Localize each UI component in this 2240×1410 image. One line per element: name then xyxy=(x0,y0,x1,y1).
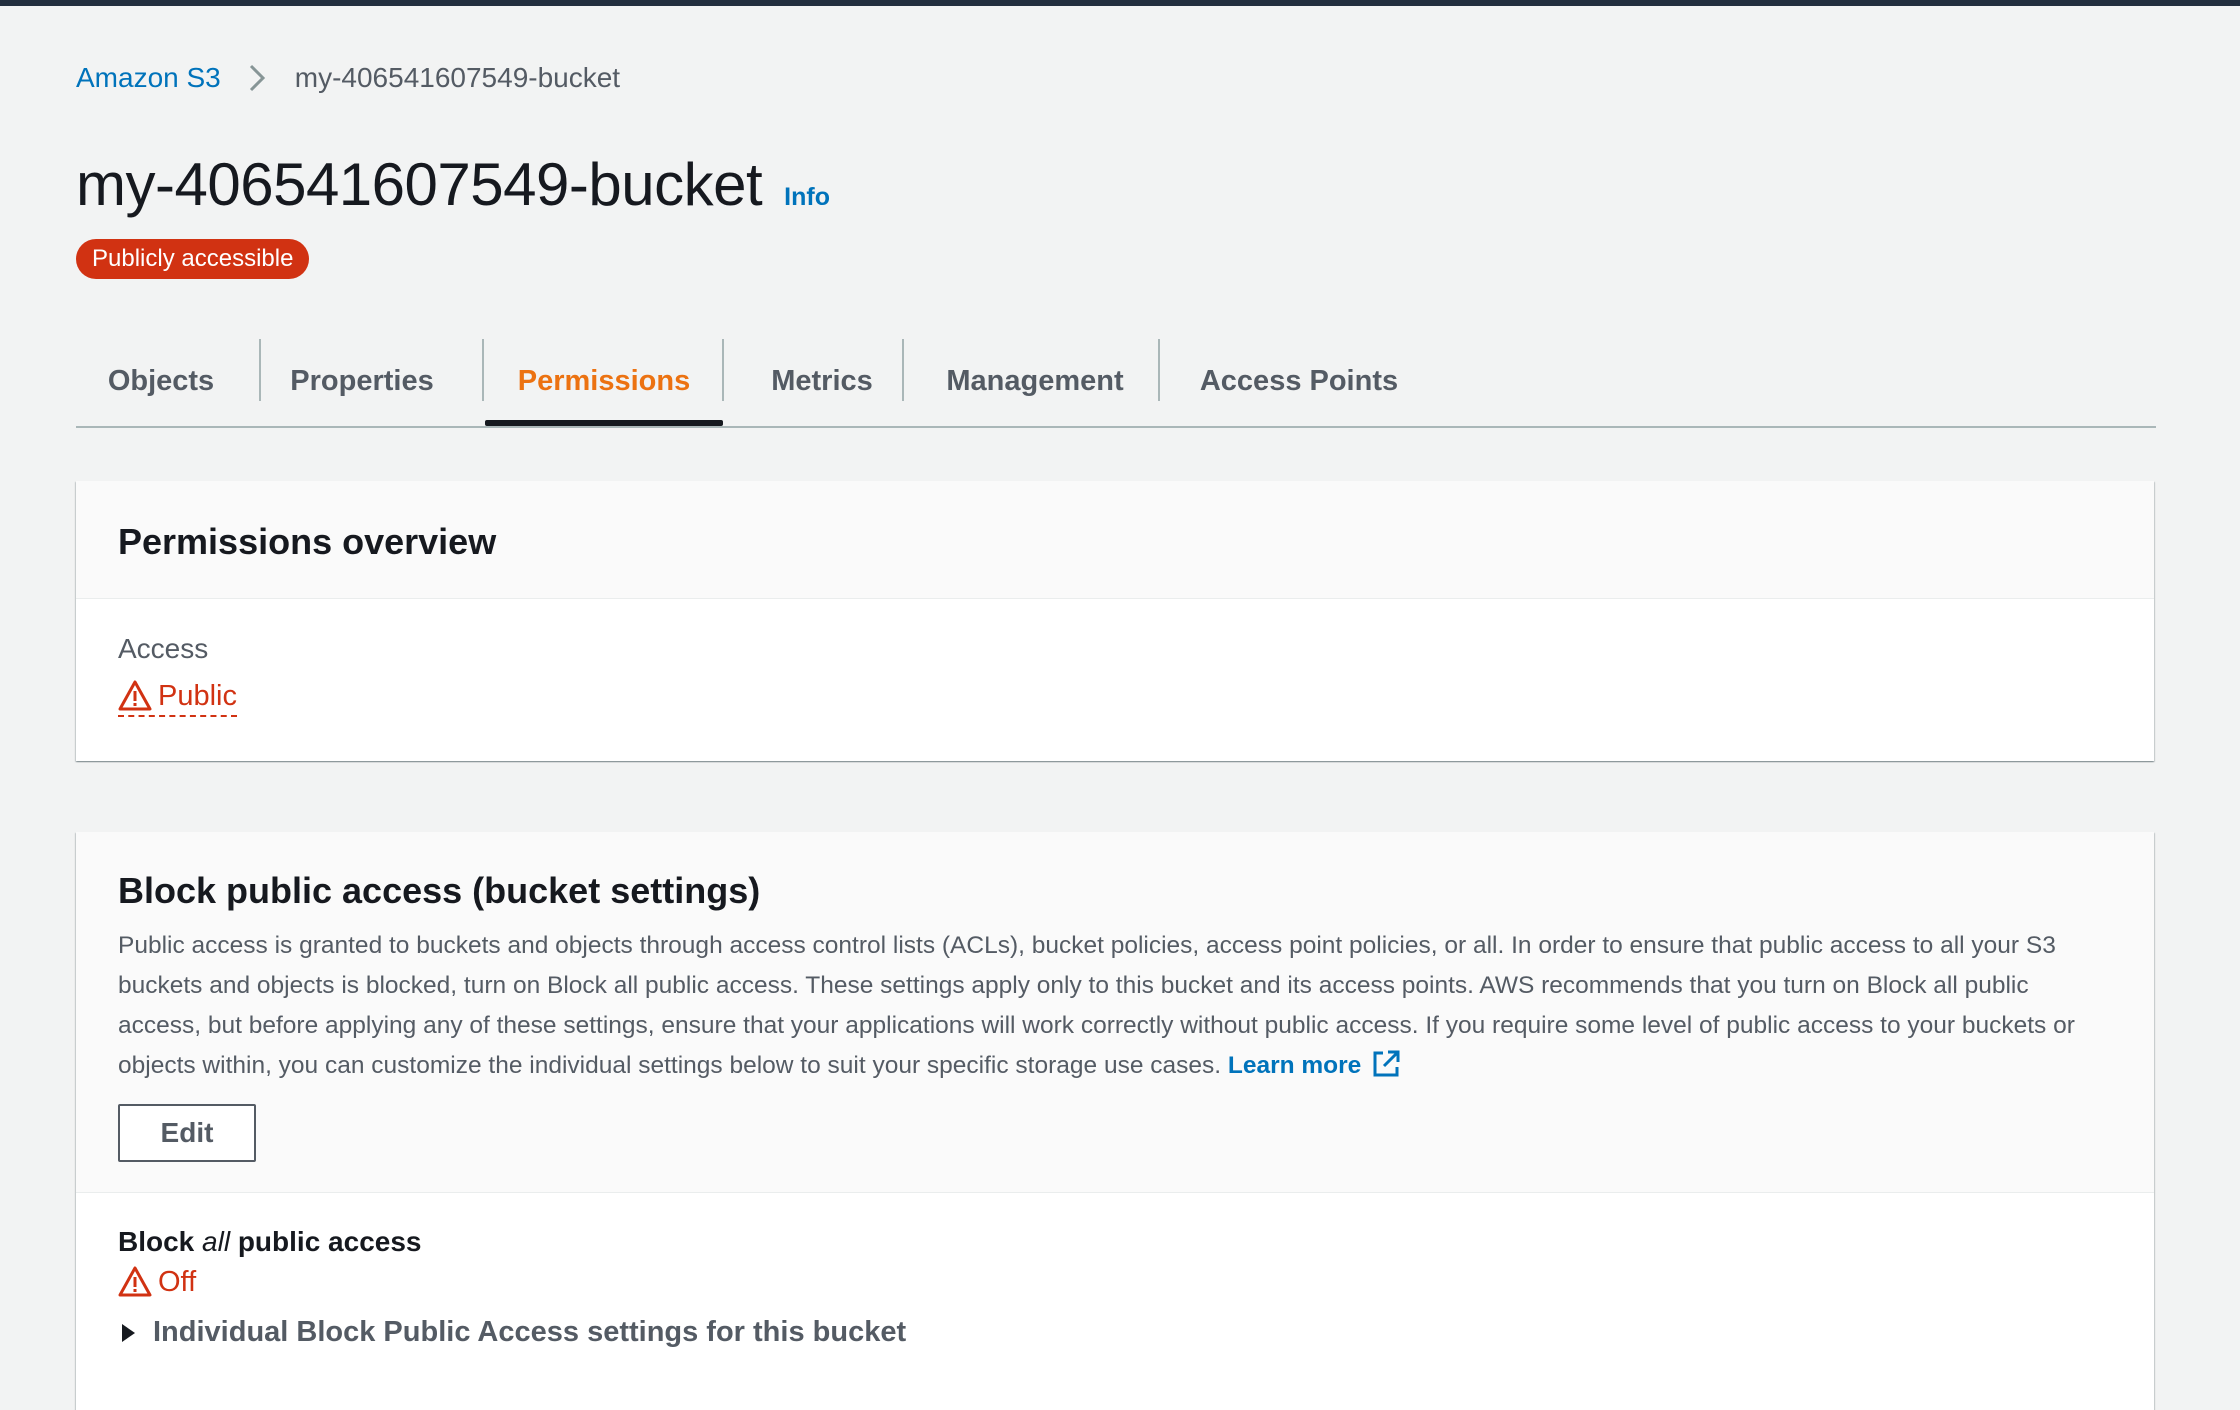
block-public-access-panel: Block public access (bucket settings) Pu… xyxy=(76,832,2154,1410)
tab-permissions[interactable]: Permissions xyxy=(488,336,720,426)
tab-objects[interactable]: Objects xyxy=(100,336,222,426)
tab-management[interactable]: Management xyxy=(920,336,1150,426)
individual-settings-expander[interactable]: Individual Block Public Access settings … xyxy=(118,1316,906,1349)
individual-settings-label: Individual Block Public Access settings … xyxy=(153,1316,907,1348)
breadcrumb: Amazon S3 my-406541607549-bucket xyxy=(76,60,620,96)
tab-divider xyxy=(482,339,484,401)
block-all-status: Off xyxy=(118,1265,196,1299)
warning-icon xyxy=(118,679,152,713)
tab-divider xyxy=(259,339,261,401)
edit-button[interactable]: Edit xyxy=(118,1104,256,1162)
warning-icon xyxy=(118,1265,152,1299)
panel-title: Block public access (bucket settings) xyxy=(118,870,761,911)
description-text: Public access is granted to buckets and … xyxy=(118,932,2075,1079)
status-badge: Publicly accessible xyxy=(76,239,310,279)
access-value-text: Public xyxy=(158,679,237,712)
page-title: my-406541607549-bucket xyxy=(76,151,763,218)
block-all-public-access-label: Block all public access xyxy=(118,1226,421,1258)
block-all-status-text: Off xyxy=(158,1265,197,1298)
tab-access-points[interactable]: Access Points xyxy=(1172,336,1426,426)
info-link[interactable]: Info xyxy=(784,183,830,212)
block-all-emphasis: all xyxy=(202,1226,231,1257)
page-header: my-406541607549-bucket Info xyxy=(76,150,830,219)
tab-divider xyxy=(722,339,724,401)
external-link-icon[interactable] xyxy=(1371,1049,1401,1079)
access-value[interactable]: Public xyxy=(118,679,237,717)
top-navigation-bar xyxy=(0,0,2240,6)
block-all-suffix: public access xyxy=(237,1226,422,1257)
panel-header: Block public access (bucket settings) Pu… xyxy=(76,832,2154,1193)
tab-properties[interactable]: Properties xyxy=(277,336,447,426)
access-label: Access xyxy=(118,633,209,664)
tab-divider xyxy=(902,339,904,401)
tab-divider xyxy=(1158,339,1160,401)
active-tab-indicator xyxy=(485,420,723,426)
panel-header: Permissions overview xyxy=(76,481,2154,599)
learn-more-link[interactable]: Learn more xyxy=(1228,1052,1361,1079)
permissions-overview-panel: Permissions overview Access Public xyxy=(76,481,2154,761)
block-all-prefix: Block xyxy=(118,1226,195,1257)
panel-description: Public access is granted to buckets and … xyxy=(118,926,2118,1086)
caret-right-icon xyxy=(122,1323,135,1342)
tab-bar: Objects Properties Permissions Metrics M… xyxy=(76,336,2156,428)
chevron-right-icon xyxy=(237,60,277,96)
tab-metrics[interactable]: Metrics xyxy=(740,336,904,426)
breadcrumb-amazon-s3-link[interactable]: Amazon S3 xyxy=(76,62,221,94)
breadcrumb-current: my-406541607549-bucket xyxy=(294,62,621,93)
panel-title: Permissions overview xyxy=(118,521,497,562)
